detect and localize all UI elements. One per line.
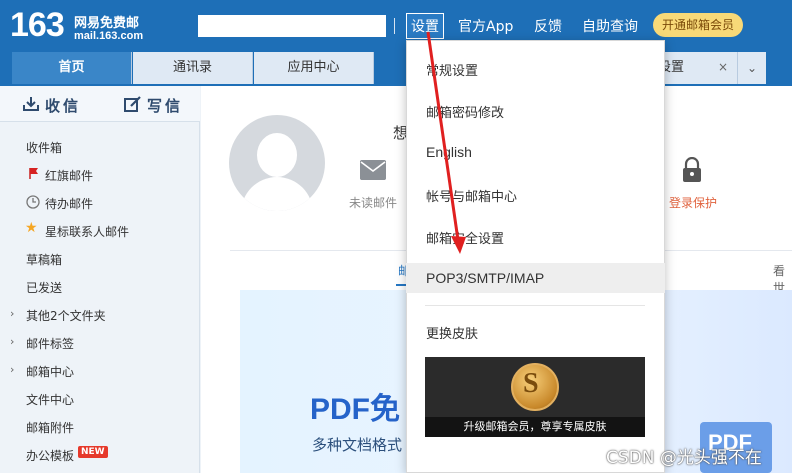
avatar-head-shape	[257, 133, 297, 177]
tab-contacts[interactable]: 通讯录	[133, 52, 253, 84]
sidebar-item-inbox[interactable]: 收件箱	[26, 139, 62, 156]
unread-mail-label[interactable]: 未读邮件	[349, 194, 397, 211]
panel-tab-underline	[396, 284, 406, 286]
menu-item-account-center[interactable]: 帐号与邮箱中心	[426, 186, 517, 205]
lock-icon[interactable]	[681, 157, 703, 183]
logo-domain: mail.163.com	[74, 30, 144, 42]
avatar-body-shape	[241, 177, 313, 211]
menu-item-change-skin[interactable]: 更换皮肤	[426, 323, 478, 342]
sidebar-item-office-templates[interactable]: 办公模板	[26, 447, 74, 464]
sidebar-item-other-folders[interactable]: 其他2个文件夹	[26, 307, 106, 324]
expand-arrow-icon[interactable]: ›	[10, 335, 14, 348]
sidebar-item-attachments[interactable]: 邮箱附件	[26, 419, 74, 436]
sidebar-item-flagged[interactable]: 红旗邮件	[45, 167, 93, 184]
login-protection-label[interactable]: 登录保护	[669, 194, 717, 211]
sidebar-item-file-center[interactable]: 文件中心	[26, 391, 74, 408]
header-divider	[394, 18, 395, 34]
receive-button[interactable]: 收信	[45, 95, 81, 116]
watermark-text: CSDN @光头强不在	[606, 448, 762, 468]
nav-official-app[interactable]: 官方App	[458, 16, 513, 36]
tab-home[interactable]: 首页	[12, 52, 132, 84]
red-flag-icon	[29, 168, 38, 179]
sidebar-item-mail-center[interactable]: 邮箱中心	[26, 363, 74, 380]
dropdown-divider	[425, 305, 645, 306]
menu-item-security-settings[interactable]: 邮箱安全设置	[426, 228, 504, 247]
nav-settings[interactable]: 设置	[406, 13, 444, 39]
tab-close-icon[interactable]: ×	[718, 60, 728, 74]
nav-self-service[interactable]: 自助查询	[582, 16, 638, 36]
sidebar-item-todo[interactable]: 待办邮件	[45, 195, 93, 212]
banner-title: PDF免	[310, 393, 400, 426]
expand-arrow-icon[interactable]: ›	[10, 363, 14, 376]
skin-caption: 升级邮箱会员，尊享专属皮肤	[425, 417, 645, 437]
download-inbox-icon	[23, 97, 39, 111]
sidebar-item-drafts[interactable]: 草稿箱	[26, 251, 62, 268]
star-icon: ★	[25, 220, 38, 236]
sidebar-item-tags[interactable]: 邮件标签	[26, 335, 74, 352]
banner-subtitle: 多种文档格式	[312, 436, 403, 454]
top-account-field[interactable]	[198, 15, 386, 37]
menu-item-general-settings[interactable]: 常规设置	[426, 60, 478, 79]
new-badge: NEW	[78, 446, 108, 458]
sidebar-item-sent[interactable]: 已发送	[26, 279, 62, 296]
coin-symbol: S	[523, 368, 539, 399]
compose-button[interactable]: 写信	[147, 95, 183, 116]
menu-item-english[interactable]: English	[426, 144, 472, 160]
tab-apps[interactable]: 应用中心	[254, 52, 374, 84]
logo-number[interactable]: 163	[10, 6, 65, 45]
menu-item-pop3-smtp-imap[interactable]: POP3/SMTP/IMAP	[426, 270, 544, 286]
vip-button[interactable]: 开通邮箱会员	[653, 13, 743, 37]
logo-name[interactable]: 网易免费邮	[74, 12, 139, 31]
menu-item-password-change[interactable]: 邮箱密码修改	[426, 102, 504, 121]
expand-arrow-icon[interactable]: ›	[10, 307, 14, 320]
envelope-icon[interactable]	[360, 160, 386, 180]
tab-more-chevron-icon[interactable]: ⌄	[738, 52, 766, 84]
clock-icon	[26, 195, 40, 209]
compose-pen-icon	[124, 96, 141, 112]
nav-feedback[interactable]: 反馈	[534, 16, 562, 36]
avatar[interactable]	[229, 115, 325, 211]
sidebar-item-starred-contacts[interactable]: 星标联系人邮件	[45, 223, 129, 240]
